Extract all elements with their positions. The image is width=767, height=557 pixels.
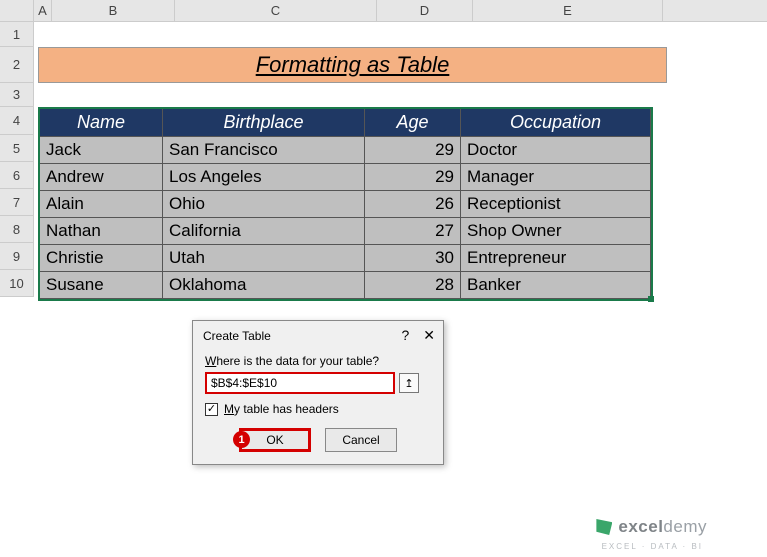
row-header-1[interactable]: 1 xyxy=(0,22,34,47)
headers-checkbox-label: My table has headers xyxy=(224,402,339,416)
close-icon[interactable]: ✕ xyxy=(423,327,435,344)
col-header-E[interactable]: E xyxy=(473,0,663,21)
row-header-5[interactable]: 5 xyxy=(0,135,34,162)
cell-occupation[interactable]: Manager xyxy=(461,164,651,191)
table-row: Christie Utah 30 Entrepreneur xyxy=(40,245,651,272)
range-input[interactable] xyxy=(205,372,395,394)
cell-occupation[interactable]: Banker xyxy=(461,272,651,299)
cell-age[interactable]: 29 xyxy=(365,164,461,191)
cell-occupation[interactable]: Shop Owner xyxy=(461,218,651,245)
watermark-logo: exceldemy xyxy=(596,517,707,537)
cell-occupation[interactable]: Entrepreneur xyxy=(461,245,651,272)
select-all-corner[interactable] xyxy=(0,0,34,21)
cell-name[interactable]: Alain xyxy=(40,191,163,218)
column-headers: A B C D E xyxy=(0,0,767,22)
col-header-C[interactable]: C xyxy=(175,0,377,21)
title-cell[interactable]: Formatting as Table xyxy=(38,47,667,83)
row-header-10[interactable]: 10 xyxy=(0,270,34,297)
cell-age[interactable]: 28 xyxy=(365,272,461,299)
table-row: Alain Ohio 26 Receptionist xyxy=(40,191,651,218)
cell-birthplace[interactable]: San Francisco xyxy=(163,137,365,164)
watermark-tagline: EXCEL · DATA · BI xyxy=(602,542,703,551)
cell-name[interactable]: Christie xyxy=(40,245,163,272)
table-row: Andrew Los Angeles 29 Manager xyxy=(40,164,651,191)
cell-age[interactable]: 27 xyxy=(365,218,461,245)
dialog-question: Where is the data for your table? xyxy=(205,354,431,368)
help-icon[interactable]: ? xyxy=(401,327,409,344)
table-row: Susane Oklahoma 28 Banker xyxy=(40,272,651,299)
table-row: Nathan California 27 Shop Owner xyxy=(40,218,651,245)
selection-handle-icon[interactable] xyxy=(648,296,654,302)
spreadsheet-grid: A B C D E 1 2 3 4 5 6 7 8 9 10 Formattin… xyxy=(0,0,767,557)
row-header-3[interactable]: 3 xyxy=(0,83,34,107)
table-row: Jack San Francisco 29 Doctor xyxy=(40,137,651,164)
header-occupation[interactable]: Occupation xyxy=(461,109,651,137)
cell-name[interactable]: Susane xyxy=(40,272,163,299)
cell-name[interactable]: Nathan xyxy=(40,218,163,245)
row-header-6[interactable]: 6 xyxy=(0,162,34,189)
col-header-D[interactable]: D xyxy=(377,0,473,21)
table-header-row: Name Birthplace Age Occupation xyxy=(40,109,651,137)
cell-age[interactable]: 26 xyxy=(365,191,461,218)
row-header-7[interactable]: 7 xyxy=(0,189,34,216)
cell-birthplace[interactable]: Ohio xyxy=(163,191,365,218)
row-header-9[interactable]: 9 xyxy=(0,243,34,270)
callout-badge: 1 xyxy=(233,431,250,448)
col-header-B[interactable]: B xyxy=(52,0,175,21)
cell-age[interactable]: 30 xyxy=(365,245,461,272)
cell-birthplace[interactable]: Oklahoma xyxy=(163,272,365,299)
row-header-4[interactable]: 4 xyxy=(0,107,34,135)
dialog-titlebar[interactable]: Create Table ? ✕ xyxy=(193,321,443,348)
cancel-button[interactable]: Cancel xyxy=(325,428,397,452)
row-header-2[interactable]: 2 xyxy=(0,47,34,83)
headers-checkbox[interactable]: ✓ xyxy=(205,403,218,416)
row-headers: 1 2 3 4 5 6 7 8 9 10 xyxy=(0,22,34,297)
header-age[interactable]: Age xyxy=(365,109,461,137)
range-picker-button[interactable]: ↥ xyxy=(399,373,419,393)
header-name[interactable]: Name xyxy=(40,109,163,137)
cell-occupation[interactable]: Doctor xyxy=(461,137,651,164)
cell-birthplace[interactable]: Utah xyxy=(163,245,365,272)
dialog-title: Create Table xyxy=(203,329,271,343)
cell-occupation[interactable]: Receptionist xyxy=(461,191,651,218)
cell-birthplace[interactable]: Los Angeles xyxy=(163,164,365,191)
header-birthplace[interactable]: Birthplace xyxy=(163,109,365,137)
cell-age[interactable]: 29 xyxy=(365,137,461,164)
row-header-8[interactable]: 8 xyxy=(0,216,34,243)
brand-icon xyxy=(596,519,612,535)
create-table-dialog: Create Table ? ✕ Where is the data for y… xyxy=(192,320,444,465)
cell-name[interactable]: Jack xyxy=(40,137,163,164)
cell-birthplace[interactable]: California xyxy=(163,218,365,245)
cell-name[interactable]: Andrew xyxy=(40,164,163,191)
col-header-A[interactable]: A xyxy=(34,0,52,21)
data-table-selection[interactable]: Name Birthplace Age Occupation Jack San … xyxy=(38,107,653,301)
